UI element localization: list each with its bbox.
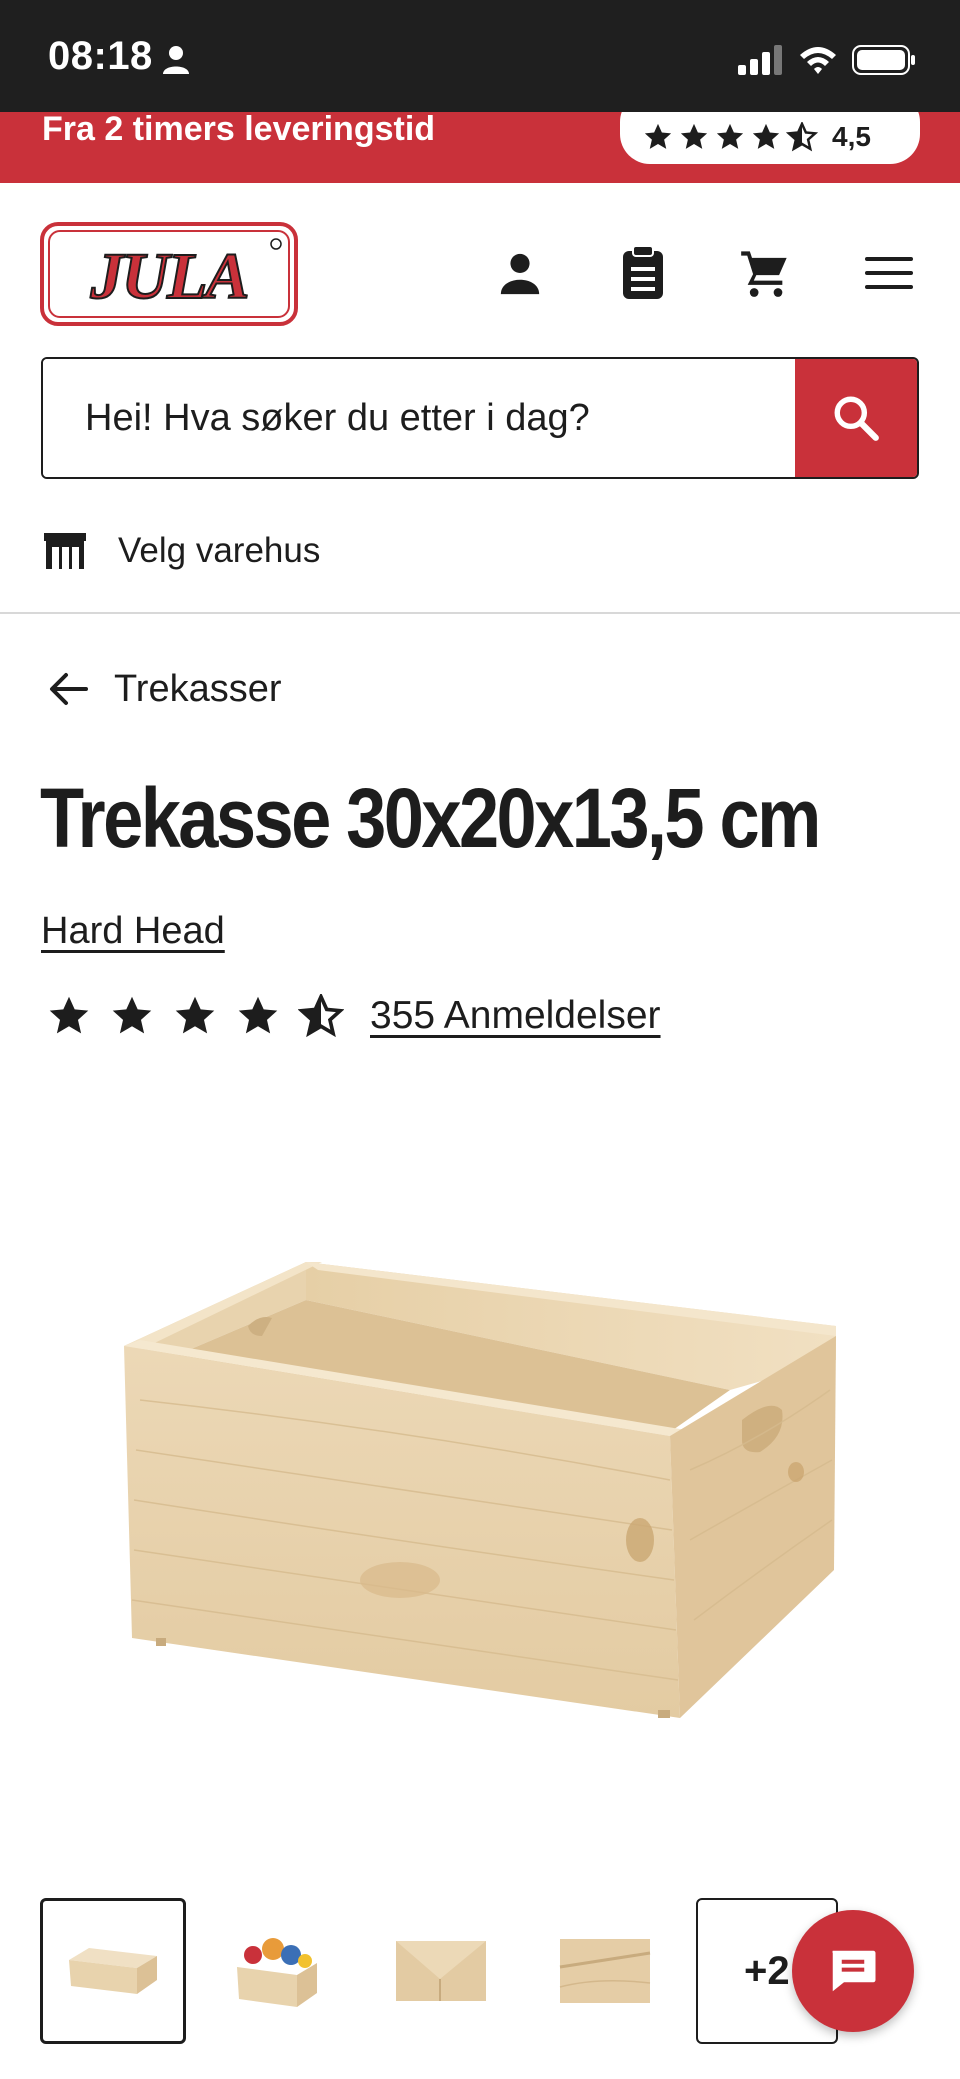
chat-icon xyxy=(832,1950,876,1992)
promo-stars xyxy=(642,122,818,152)
thumbnail-toys-image xyxy=(237,1938,317,2007)
status-indicators xyxy=(738,40,916,80)
search-button[interactable] xyxy=(795,359,917,477)
chat-button[interactable] xyxy=(792,1910,914,2032)
store-selector[interactable]: Velg varehus xyxy=(44,526,320,576)
battery-icon xyxy=(852,45,915,75)
menu-button[interactable] xyxy=(860,244,918,302)
breadcrumb[interactable]: Trekasser xyxy=(48,664,282,714)
star-icon xyxy=(644,123,672,149)
thumbnail-corner-image xyxy=(396,1941,486,2001)
brand-link[interactable]: Hard Head xyxy=(41,910,225,953)
person-icon xyxy=(500,253,540,295)
promo-rating-score: 4,5 xyxy=(832,121,871,152)
reviews-link[interactable]: 355 Anmeldelser xyxy=(370,994,661,1038)
search-input[interactable] xyxy=(43,359,799,477)
status-bar: 08:18 xyxy=(0,0,960,112)
product-title: Trekasse 30x20x13,5 cm xyxy=(40,771,821,865)
person-status-icon xyxy=(163,46,189,74)
cart-icon xyxy=(741,251,787,297)
thumbnail-1[interactable] xyxy=(40,1898,186,2044)
account-button[interactable] xyxy=(491,244,549,302)
star-icon xyxy=(112,996,152,1034)
star-icon xyxy=(49,996,89,1034)
product-rating: 355 Anmeldelser xyxy=(46,990,661,1042)
header-divider xyxy=(0,612,960,614)
star-icon xyxy=(680,123,708,149)
shopping-list-button[interactable] xyxy=(614,244,672,302)
promo-rating-badge[interactable]: 4,5 xyxy=(620,112,920,164)
wifi-icon xyxy=(800,47,836,74)
star-icon xyxy=(752,123,780,149)
rating-stars xyxy=(46,994,344,1038)
svg-text:JULA: JULA xyxy=(90,240,248,313)
jula-logo[interactable]: JULA xyxy=(40,222,298,326)
menu-icon xyxy=(865,257,913,289)
arrow-left-icon xyxy=(50,673,88,705)
clipboard-icon xyxy=(623,245,663,299)
signal-icon xyxy=(738,45,782,75)
status-time: 08:18 xyxy=(48,34,153,78)
star-icon xyxy=(716,123,744,149)
star-icon xyxy=(175,996,215,1034)
thumbnail-crate-image xyxy=(69,1948,157,1994)
thumbnail-2[interactable] xyxy=(204,1898,350,2044)
promo-bar: Fra 2 timers leveringstid 4,5 xyxy=(0,112,960,183)
half-star-icon xyxy=(786,122,818,152)
half-star-icon xyxy=(298,994,344,1038)
search-icon xyxy=(834,396,879,441)
promo-text: Fra 2 timers leveringstid xyxy=(42,112,436,148)
thumbnail-3[interactable] xyxy=(368,1898,514,2044)
thumbnail-4[interactable] xyxy=(532,1898,678,2044)
cart-button[interactable] xyxy=(736,244,794,302)
thumbnail-more-label: +2 xyxy=(744,1948,790,1993)
store-selector-label: Velg varehus xyxy=(118,531,321,570)
star-icon xyxy=(238,996,278,1034)
product-image[interactable] xyxy=(110,1240,850,1720)
breadcrumb-label: Trekasser xyxy=(114,667,282,710)
search-bar xyxy=(41,357,919,479)
thumbnail-detail-image xyxy=(559,1939,651,2003)
store-icon xyxy=(44,533,86,569)
